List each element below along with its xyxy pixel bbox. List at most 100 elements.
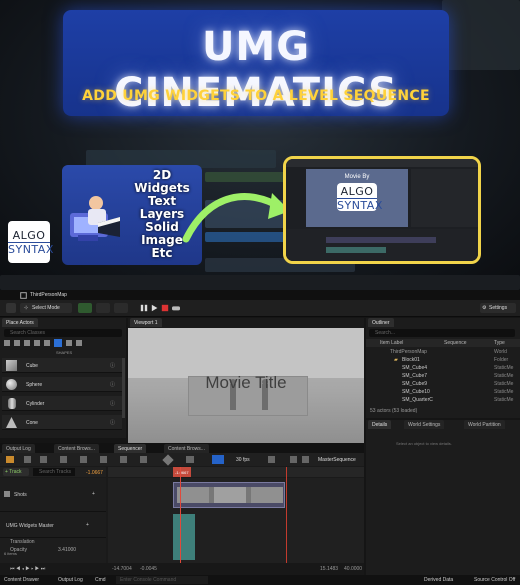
basic-icon[interactable] — [14, 340, 20, 346]
blueprint-button[interactable] — [96, 303, 110, 313]
save-sequence-icon[interactable] — [24, 456, 31, 463]
widget-section[interactable] — [173, 514, 195, 560]
track-row-translation[interactable]: Translation — [0, 538, 106, 546]
auto-key-icon[interactable] — [140, 456, 147, 463]
track-row-shots[interactable]: Shots + — [0, 478, 106, 512]
volumes-icon[interactable] — [66, 340, 72, 346]
add-widget-icon[interactable]: + — [86, 522, 89, 528]
cinematics-button[interactable] — [114, 303, 128, 313]
outliner-row[interactable]: SM_Cube7 StaticMe — [366, 372, 520, 380]
shape-label: Cone — [26, 420, 38, 426]
panel-scrollbar[interactable] — [122, 358, 125, 418]
gamepad-icon[interactable] — [172, 304, 180, 312]
outliner-row[interactable]: ThirdPersonMap World — [366, 348, 520, 356]
tab-world-settings[interactable]: World Settings — [404, 420, 445, 429]
derived-data-button[interactable]: Derived Data — [424, 577, 453, 583]
source-control-button[interactable]: Source Control Off — [474, 577, 515, 583]
all-classes-icon[interactable] — [76, 340, 82, 346]
outliner-row[interactable]: ▰ Block01 Folder — [366, 356, 520, 364]
output-log-button[interactable]: Output Log — [58, 577, 83, 583]
cmd-dropdown[interactable]: Cmd — [95, 577, 106, 583]
fps-dropdown[interactable]: 30 fps — [236, 457, 250, 463]
visual-effects-icon[interactable] — [44, 340, 50, 346]
outliner-row[interactable]: SM_Cube4 StaticMe — [366, 364, 520, 372]
column-type[interactable]: Type — [494, 340, 505, 346]
key-icon[interactable] — [100, 456, 107, 463]
back-icon[interactable] — [290, 456, 297, 463]
step-icon[interactable] — [151, 304, 159, 312]
range-end[interactable]: 40.0000 — [344, 566, 362, 572]
save-button[interactable] — [6, 303, 16, 313]
render-icon[interactable] — [40, 456, 47, 463]
lights-icon[interactable] — [24, 340, 30, 346]
loop-icon[interactable] — [268, 456, 275, 463]
pause-icon[interactable] — [140, 304, 148, 312]
help-icon[interactable]: ⓘ — [110, 400, 115, 407]
add-shot-icon[interactable]: + — [92, 491, 95, 497]
tab-world-partition[interactable]: World Partition — [464, 420, 505, 429]
class-search-input[interactable]: Search Classes — [4, 329, 122, 337]
track-search-input[interactable]: Search Tracks — [33, 468, 75, 476]
view-end[interactable]: 15.1483 — [320, 566, 338, 572]
forward-icon[interactable] — [302, 456, 309, 463]
outliner-row[interactable]: SM_Cube9 StaticMe — [366, 380, 520, 388]
shapes-icon[interactable] — [54, 339, 62, 347]
tab-place-actors[interactable]: Place Actors — [2, 318, 38, 327]
tab-details[interactable]: Details — [368, 420, 392, 429]
recent-icon[interactable] — [4, 340, 10, 346]
help-icon[interactable]: ⓘ — [110, 381, 115, 388]
playhead-marker[interactable]: -1.0667 — [173, 467, 191, 477]
cinematic-icon[interactable] — [34, 340, 40, 346]
filter-icon[interactable] — [80, 456, 87, 463]
tab-viewport[interactable]: Viewport 1 — [130, 318, 162, 327]
timeline-area[interactable] — [108, 467, 364, 563]
level-tab[interactable]: ThirdPersonMap — [30, 292, 67, 298]
place-actors-panel: Place Actors Search Classes SHAPES Cube — [0, 318, 126, 438]
tab-sequencer[interactable]: Sequencer — [114, 444, 147, 453]
tab-content-browser-2[interactable]: Content Brows... — [164, 444, 209, 453]
shape-item[interactable]: Cylinder ⓘ — [2, 396, 122, 411]
add-track-button[interactable]: + Track — [3, 468, 29, 476]
tab-output-log[interactable]: Output Log — [2, 444, 35, 453]
console-command-input[interactable]: Enter Console Command — [116, 576, 208, 584]
opacity-value[interactable]: 3.41000 — [58, 547, 76, 553]
add-content-button[interactable] — [78, 303, 92, 313]
sequence-breadcrumb[interactable]: MasterSequence — [318, 457, 356, 463]
content-drawer-button[interactable]: Content Drawer — [4, 577, 39, 583]
timeline-ruler[interactable]: -1.0667 — [108, 467, 364, 477]
help-icon[interactable]: ⓘ — [110, 419, 115, 426]
sequencer-toolbar: 30 fps MasterSequence — [0, 453, 364, 466]
curved-arrow-icon — [182, 193, 290, 243]
viewport-scene[interactable]: Movie Title — [128, 328, 364, 443]
help-icon[interactable]: ⓘ — [110, 362, 115, 369]
tab-content-browser[interactable]: Content Brows... — [54, 444, 99, 453]
settings-button[interactable]: ⚙ Settings — [480, 303, 516, 313]
magnet-icon[interactable] — [212, 455, 224, 464]
tab-outliner[interactable]: Outliner — [368, 318, 394, 327]
shape-item[interactable]: Sphere ⓘ — [2, 377, 122, 392]
map-icon — [20, 292, 27, 299]
sequence-icon[interactable] — [6, 456, 14, 463]
item-count: 6 items — [4, 551, 17, 556]
keyframe-icon[interactable] — [162, 454, 174, 466]
column-item-label[interactable]: Item Label — [380, 340, 403, 346]
track-row-umg[interactable]: UMG Widgets Master + — [0, 512, 106, 538]
snap-icon[interactable] — [186, 456, 194, 463]
shape-item[interactable]: Cube ⓘ — [2, 358, 122, 373]
curve-icon[interactable] — [120, 456, 127, 463]
outliner-row[interactable]: SM_QuarterC StaticMe — [366, 396, 520, 404]
outliner-row[interactable]: SM_Cube10 StaticMe — [366, 388, 520, 396]
stop-icon[interactable] — [161, 304, 169, 312]
select-mode-dropdown[interactable]: ⊹ Select Mode — [20, 303, 72, 313]
filmmaker-illustration-icon — [70, 196, 120, 241]
preview-logo-line-1: ALGO — [340, 185, 374, 198]
shot-section[interactable] — [173, 482, 285, 508]
column-sequence[interactable]: Sequence — [444, 340, 467, 346]
camera-icon[interactable] — [60, 456, 67, 463]
outliner-search-input[interactable]: Search... — [369, 329, 515, 337]
view-start[interactable]: -0.0045 — [140, 566, 157, 572]
transport-controls-icon[interactable]: ⏮ ◀ ◂ ▶ ▸ ▶ ⏭ — [10, 566, 45, 572]
range-start[interactable]: -14.7004 — [112, 566, 132, 572]
shape-item[interactable]: Cone ⓘ — [2, 415, 122, 430]
current-frame-display[interactable]: -1.0667 — [86, 470, 103, 476]
